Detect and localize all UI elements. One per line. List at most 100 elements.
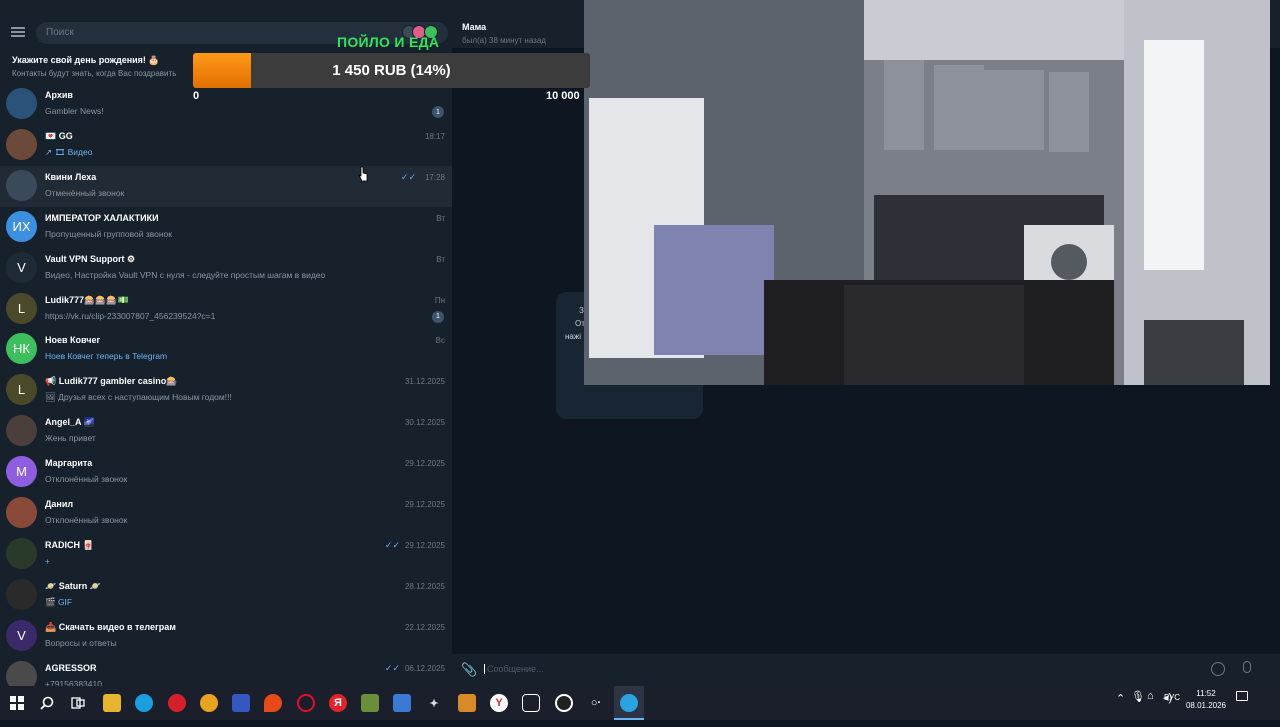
chat-time: 29.12.2025: [404, 540, 445, 550]
hamburger-menu-icon[interactable]: [11, 27, 25, 37]
chat-list-item[interactable]: L Ludik777🎰🎰🎰💵 https://vk.ru/clip-23300780…: [0, 289, 452, 330]
message-bubble-text: З От нажі: [565, 304, 585, 343]
notifications-icon[interactable]: [1236, 691, 1248, 701]
attach-paperclip-icon[interactable]: 📎: [461, 662, 477, 678]
chat-name: 📢 Ludik777 gambler casino🎰: [45, 376, 178, 387]
chat-name: RADICH 🀄: [45, 539, 94, 550]
donation-goal-bar: 1 450 RUB (14%): [193, 53, 590, 88]
chat-list-item[interactable]: НК Ноев Ковчег Ноев Ковчег теперь в Telegr…: [0, 329, 452, 370]
taskbar-clock[interactable]: 11:52 08.01.2026: [1185, 688, 1227, 712]
star-app-icon[interactable]: ✦: [425, 694, 443, 712]
dot-app-icon[interactable]: ○·: [587, 694, 605, 712]
avatar: [6, 415, 37, 447]
chrome-icon[interactable]: [200, 694, 218, 712]
calculator-app-icon[interactable]: [393, 694, 411, 712]
chat-time: 28.12.2025: [404, 581, 445, 591]
chat-name: Архив: [45, 90, 73, 100]
avatar: V: [6, 251, 37, 283]
chevron-up-icon[interactable]: ⌃: [1116, 692, 1125, 726]
chat-list-item[interactable]: AGRESSOR +79156383410 06.12.2025 ✓✓: [0, 657, 452, 686]
chat-list-item[interactable]: V Vault VPN Support ⚙ Видео, Настройка Vau…: [0, 248, 452, 289]
avatar: [6, 660, 37, 686]
clock-date: 08.01.2026: [1185, 701, 1227, 710]
chat-time: 17:28: [424, 172, 445, 182]
chat-time: Вт: [436, 254, 445, 264]
network-icon[interactable]: ⌂: [1147, 690, 1154, 724]
chat-time: 31.12.2025: [404, 377, 445, 387]
mouse-pointer-icon: [358, 166, 368, 182]
task-view-icon[interactable]: [69, 694, 87, 712]
file-explorer-icon[interactable]: [103, 694, 121, 712]
chat-list-item[interactable]: ИХ ИМПЕРАТОР ХАЛАКТИКИ Пропущенный группов…: [0, 207, 452, 248]
emoji-icon[interactable]: [1211, 662, 1225, 676]
chat-list-item[interactable]: Квини Леха Отменённый звонок 17:28 ✓✓: [0, 165, 452, 207]
chat-name: Данил: [45, 499, 74, 509]
microphone-icon[interactable]: [1243, 661, 1251, 673]
chat-list-item[interactable]: L 📢 Ludik777 gambler casino🎰 🖼 Друзья всех…: [0, 370, 452, 411]
edge-browser-icon[interactable]: [135, 694, 153, 712]
microphone-tray-icon[interactable]: 🎙: [1131, 690, 1145, 724]
chat-time: Вт: [436, 213, 445, 223]
donation-goal-min: 0: [193, 90, 200, 102]
chat-name: 🪐 Saturn 🪐: [45, 580, 101, 591]
chat-preview: 🖼 Друзья всех с наступающим Новым годом!…: [45, 392, 232, 403]
chat-list-item[interactable]: V 📥 Скачать видео в телеграм Вопросы и отв…: [0, 616, 452, 657]
chatgpt-icon[interactable]: [522, 694, 540, 712]
message-input[interactable]: Сообщение...: [484, 664, 543, 674]
chat-list-item[interactable]: RADICH 🀄 +29.12.2025 ✓✓: [0, 534, 452, 575]
donation-goal-max: 10 000: [546, 90, 580, 102]
unread-badge: 1: [432, 106, 444, 118]
chat-list-item[interactable]: Angel_A 🌌 Жень привет 30.12.2025: [0, 411, 452, 452]
location-app-icon[interactable]: [264, 694, 282, 712]
taskbar-active-telegram[interactable]: [614, 686, 644, 720]
minecraft-icon[interactable]: [361, 694, 379, 712]
opera-icon[interactable]: [168, 694, 186, 712]
chat-name: 💌 GG: [45, 130, 73, 141]
avatar: V: [6, 619, 37, 651]
chat-preview: Жень привет: [45, 433, 96, 444]
windows-start-icon[interactable]: [8, 694, 26, 712]
yandex-icon[interactable]: Я: [329, 694, 347, 712]
game-controller-icon[interactable]: [458, 694, 476, 712]
chat-list-item[interactable]: М Маргарита Отклонённый звонок 29.12.2025: [0, 452, 452, 493]
chat-list-item[interactable]: 🪐 Saturn 🪐 🎬 GIF 28.12.2025: [0, 575, 452, 616]
chat-name: Ludik777🎰🎰🎰💵: [45, 294, 129, 305]
chat-name: 📥 Скачать видео в телеграм: [45, 621, 176, 632]
peer-name: Мама: [462, 22, 487, 32]
chat-name: AGRESSOR: [45, 662, 97, 673]
chat-time: 06.12.2025: [404, 663, 445, 673]
avatar: L: [6, 374, 37, 406]
telegram-window: Поиск Укажите свой день рождения! 🎂 Конт…: [0, 0, 1280, 686]
chat-name: Ноев Ковчег: [45, 335, 101, 346]
read-check-icon: ✓✓: [384, 662, 400, 673]
chat-list-panel: Поиск Укажите свой день рождения! 🎂 Конт…: [0, 0, 452, 686]
chat-list-item[interactable]: 💌 GG ↗ 🎞 Видео 18:17: [0, 125, 452, 166]
chat-time: 22.12.2025: [404, 622, 445, 632]
read-check-icon: ✓✓: [400, 171, 416, 182]
chat-list-item[interactable]: Данил Отклонённый звонок 29.12.2025: [0, 493, 452, 534]
language-indicator[interactable]: РУС: [1164, 693, 1180, 727]
shield-app-icon[interactable]: [232, 694, 250, 712]
avatar: [6, 169, 37, 201]
chat-preview: 🎬 GIF: [45, 596, 73, 607]
avatar: НК: [6, 333, 37, 365]
chat-name: Квини Леха: [45, 171, 97, 182]
avatar: М: [6, 456, 37, 488]
clock-time: 11:52: [1196, 689, 1216, 698]
avatar: [6, 128, 37, 160]
chat-list-item[interactable]: Архив Gambler News! 1: [0, 84, 452, 125]
telegram-icon: [620, 694, 638, 712]
chat-name: Angel_A 🌌: [45, 417, 95, 428]
yandex-browser-icon[interactable]: Y: [490, 694, 508, 712]
chat-time: Вс: [435, 336, 445, 346]
search-icon[interactable]: [38, 694, 56, 712]
obs-studio-icon[interactable]: [555, 694, 573, 712]
chat-preview: Отменённый звонок: [45, 187, 125, 198]
chat-time: Пн: [434, 295, 445, 305]
chat-time: 30.12.2025: [404, 418, 445, 428]
chat-time: 29.12.2025: [404, 500, 445, 509]
chat-preview: Отклонённый звонок: [45, 474, 128, 485]
chat-preview: +79156383410: [45, 678, 102, 686]
chat-preview: ↗ 🎞 Видео: [45, 146, 93, 157]
opera-gx-icon[interactable]: [297, 694, 315, 712]
